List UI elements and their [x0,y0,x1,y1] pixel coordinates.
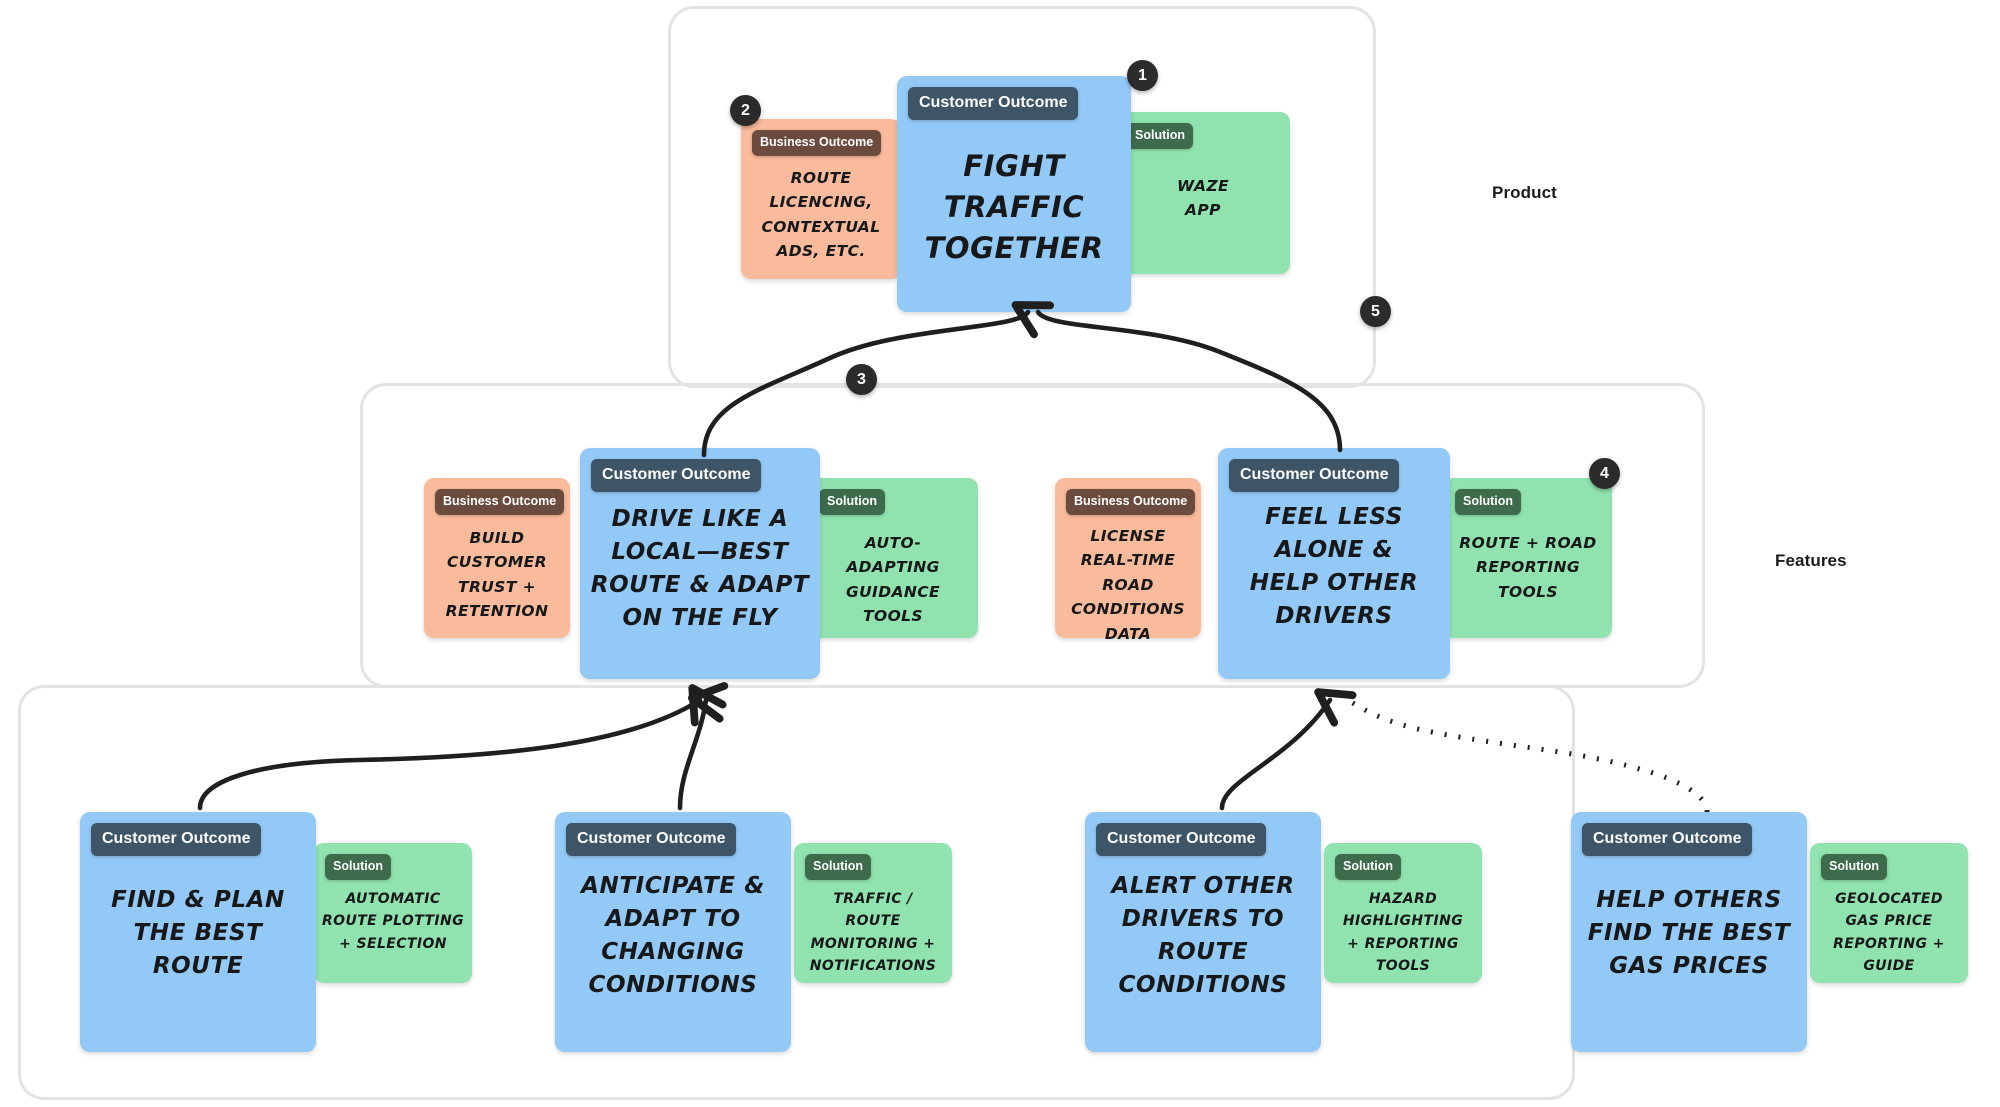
card-solution-story-3[interactable]: Solution Hazard highlighting + reporting… [1324,843,1482,983]
card-customer-outcome-feature-1[interactable]: Customer Outcome Drive like a local—best… [580,448,820,679]
card-text: Alert other drivers to route conditions [1111,873,1295,999]
badge-3[interactable]: 3 [846,364,877,395]
card-customer-outcome-story-2[interactable]: Customer Outcome Anticipate & adapt to c… [555,812,791,1052]
badge-2[interactable]: 2 [730,95,761,126]
card-text: Help others find the best gas prices [1587,887,1791,980]
card-tag-customer-outcome: Customer Outcome [1229,459,1400,492]
card-solution-product[interactable]: Solution Waze App [1116,112,1290,274]
card-customer-outcome-story-3[interactable]: Customer Outcome Alert other drivers to … [1085,812,1321,1052]
card-solution-story-2[interactable]: Solution traffic / route monitoring + no… [794,843,952,983]
card-text: Drive like a local—best route & adapt on… [590,506,810,632]
card-business-outcome-product[interactable]: Business Outcome Route Licencing, Contex… [741,119,901,279]
card-tag-customer-outcome: Customer Outcome [1096,823,1267,856]
card-tag-solution: Solution [1455,489,1521,515]
card-tag-customer-outcome: Customer Outcome [908,87,1079,120]
badge-5[interactable]: 5 [1360,296,1391,327]
card-text: Find & plan the best route [111,887,285,980]
card-customer-outcome-feature-2[interactable]: Customer Outcome Feel Less Alone & Help … [1218,448,1450,679]
badge-4[interactable]: 4 [1589,458,1620,489]
card-tag-customer-outcome: Customer Outcome [566,823,737,856]
card-customer-outcome-story-4[interactable]: Customer Outcome Help others find the be… [1571,812,1807,1052]
card-tag-solution: Solution [1335,854,1401,880]
card-solution-feature-1[interactable]: Solution Auto-adapting guidance tools [808,478,978,638]
card-text: Hazard highlighting + reporting tools [1342,891,1464,975]
card-text: traffic / route monitoring + notificatio… [809,891,937,975]
card-text: Route + Road Reporting Tools [1459,534,1597,601]
card-text: Build customer Trust + Retention [445,529,549,621]
card-tag-solution: Solution [805,854,871,880]
card-text: Fight Traffic Together [924,149,1104,266]
card-business-outcome-feature-2[interactable]: Business Outcome License Real-Time Road … [1055,478,1201,643]
card-tag-customer-outcome: Customer Outcome [591,459,762,492]
card-text: Feel Less Alone & Help Other Drivers [1249,504,1419,630]
card-business-outcome-feature-1[interactable]: Business Outcome Build customer Trust + … [424,478,570,638]
card-tag-solution: Solution [1821,854,1887,880]
card-tag-business-outcome: Business Outcome [1066,489,1196,515]
card-tag-solution: Solution [325,854,391,880]
card-tag-solution: Solution [819,489,885,515]
card-tag-customer-outcome: Customer Outcome [91,823,262,856]
card-solution-story-4[interactable]: Solution Geolocated gas price reporting … [1810,843,1968,983]
badge-1[interactable]: 1 [1127,60,1158,91]
card-tag-business-outcome: Business Outcome [435,489,565,515]
card-text: License Real-Time Road Conditions Data [1071,527,1185,643]
card-text: Route Licencing, Contextual Ads, Etc. [761,169,881,261]
card-text: Geolocated gas price reporting + guide [1833,891,1945,975]
card-tag-customer-outcome: Customer Outcome [1582,823,1753,856]
card-text: automatic route plotting + Selection [321,891,465,952]
card-tag-solution: Solution [1127,123,1193,149]
card-customer-outcome-product[interactable]: Customer Outcome Fight Traffic Together [897,76,1131,312]
diagram-canvas: 1 2 3 4 5 Product Features Business Outc… [0,0,2000,1107]
card-solution-story-1[interactable]: Solution automatic route plotting + Sele… [314,843,472,983]
lane-label-features: Features [1775,551,1847,570]
card-text: Anticipate & adapt to changing condition… [581,873,765,999]
card-customer-outcome-story-1[interactable]: Customer Outcome Find & plan the best ro… [80,812,316,1052]
card-text: Auto-adapting guidance tools [845,534,941,626]
lane-label-product: Product [1492,183,1557,202]
card-text: Waze App [1177,177,1229,220]
card-solution-feature-2[interactable]: Solution Route + Road Reporting Tools [1444,478,1612,638]
card-tag-business-outcome: Business Outcome [752,130,882,156]
